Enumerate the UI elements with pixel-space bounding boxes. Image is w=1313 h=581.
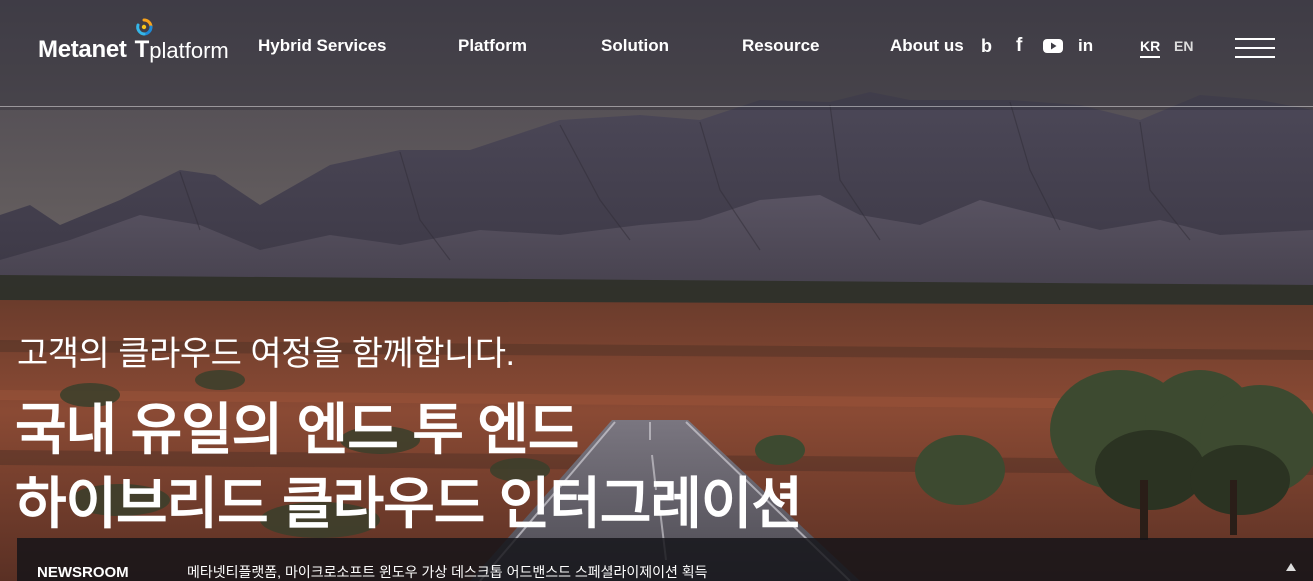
site-header: Metanet T platform Hybrid Services Platf… (0, 0, 1313, 107)
lang-kr-button[interactable]: KR (1140, 38, 1161, 58)
hero-headline-line2: 하이브리드 클라우드 인터그레이션 (15, 472, 803, 535)
metanet-tplatform-logo[interactable]: Metanet T platform (38, 18, 229, 62)
newsroom-bar: NEWSROOM 메타넷티플랫폼, 마이크로소프트 윈도우 가상 데스크톱 어드… (17, 538, 1313, 581)
nav-resource[interactable]: Resource (742, 36, 819, 56)
arrow-up-icon[interactable] (1285, 562, 1297, 572)
logo-platform-text: platform (149, 38, 229, 63)
newsroom-headline-link[interactable]: 메타넷티플랫폼, 마이크로소프트 윈도우 가상 데스크톱 어드밴스드 스페셜라이… (187, 564, 708, 581)
nav-solution[interactable]: Solution (601, 36, 669, 56)
hero-headline: 국내 유일의 엔드 투 엔드 하이브리드 클라우드 인터그레이션 (15, 393, 803, 541)
lang-en-button[interactable]: EN (1174, 38, 1193, 54)
facebook-icon[interactable]: f (1016, 35, 1022, 56)
logo-brand-text: Metanet (38, 36, 127, 63)
newsroom-label: NEWSROOM (37, 564, 129, 581)
hamburger-menu-icon[interactable] (1235, 36, 1275, 60)
hero-headline-line1: 국내 유일의 엔드 투 엔드 (15, 398, 579, 461)
hero-subtitle: 고객의 클라우드 여정을 함께합니다. (17, 335, 515, 373)
logo-swirl-icon (136, 18, 153, 36)
youtube-icon[interactable] (1043, 36, 1063, 56)
blog-b-icon[interactable]: b (981, 36, 992, 56)
nav-hybrid-services[interactable]: Hybrid Services (258, 36, 387, 56)
nav-platform[interactable]: Platform (458, 36, 527, 56)
logo-t-text: T (134, 36, 150, 63)
nav-about-us[interactable]: About us (890, 36, 964, 56)
youtube-play-icon (1043, 39, 1063, 53)
linkedin-icon[interactable]: in (1078, 36, 1093, 56)
